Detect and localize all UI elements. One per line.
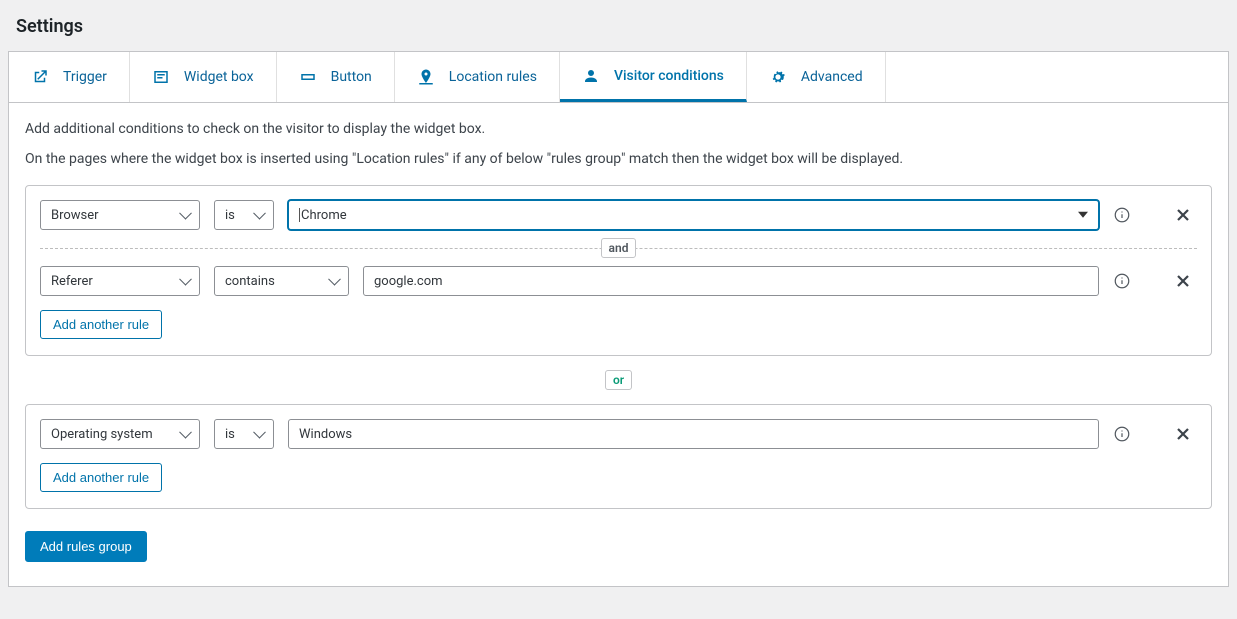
or-badge: or <box>605 370 632 390</box>
attribute-select[interactable]: Referer <box>40 266 200 296</box>
tab-label: Trigger <box>63 69 107 85</box>
add-rule-button[interactable]: Add another rule <box>40 463 162 492</box>
tab-button[interactable]: Button <box>277 52 395 102</box>
attribute-select[interactable]: Browser <box>40 200 200 230</box>
intro-text-1: Add additional conditions to check on th… <box>25 121 1212 137</box>
rule-row: Browser is Chrome <box>40 200 1197 230</box>
attribute-select[interactable]: Operating system <box>40 419 200 449</box>
chevron-down-icon <box>1078 212 1088 218</box>
remove-rule-button[interactable] <box>1175 273 1191 289</box>
user-icon <box>582 67 600 85</box>
tab-label: Button <box>331 69 372 85</box>
intro-text-2: On the pages where the widget box is ins… <box>25 151 1212 167</box>
tab-label: Advanced <box>801 69 863 85</box>
value-input[interactable]: Windows <box>288 419 1099 449</box>
info-icon[interactable] <box>1113 272 1131 290</box>
value-input[interactable]: google.com <box>363 266 1099 296</box>
value-select[interactable]: Chrome <box>288 200 1099 230</box>
rule-row: Operating system is Windows <box>40 419 1197 449</box>
info-icon[interactable] <box>1113 425 1131 443</box>
info-icon[interactable] <box>1113 206 1131 224</box>
tab-advanced[interactable]: Advanced <box>747 52 886 102</box>
location-rules-icon <box>417 68 435 86</box>
external-link-icon <box>31 68 49 86</box>
operator-select[interactable]: is <box>214 200 274 230</box>
tab-label: Location rules <box>449 69 537 85</box>
remove-rule-button[interactable] <box>1175 426 1191 442</box>
operator-select[interactable]: contains <box>214 266 349 296</box>
remove-rule-button[interactable] <box>1175 207 1191 223</box>
tab-content: Add additional conditions to check on th… <box>9 103 1228 586</box>
rules-group: Browser is Chrome and Referer co <box>25 185 1212 356</box>
tab-location-rules[interactable]: Location rules <box>395 52 560 102</box>
rules-group: Operating system is Windows Add another … <box>25 404 1212 509</box>
gear-icon <box>769 68 787 86</box>
tab-label: Visitor conditions <box>614 68 724 84</box>
add-rules-group-button[interactable]: Add rules group <box>25 531 147 562</box>
operator-select[interactable]: is <box>214 419 274 449</box>
tab-trigger[interactable]: Trigger <box>9 52 130 102</box>
tabs: Trigger Widget box Button Location rules… <box>9 52 1228 103</box>
page-title: Settings <box>8 4 1229 51</box>
tab-label: Widget box <box>184 69 254 85</box>
and-badge: and <box>601 238 637 258</box>
and-divider: and <box>40 236 1197 260</box>
tab-visitor-conditions[interactable]: Visitor conditions <box>560 52 747 102</box>
add-rule-button[interactable]: Add another rule <box>40 310 162 339</box>
settings-panel: Trigger Widget box Button Location rules… <box>8 51 1229 587</box>
rule-row: Referer contains google.com <box>40 266 1197 296</box>
or-divider: or <box>25 370 1212 390</box>
tab-widget-box[interactable]: Widget box <box>130 52 277 102</box>
button-icon <box>299 68 317 86</box>
form-icon <box>152 68 170 86</box>
